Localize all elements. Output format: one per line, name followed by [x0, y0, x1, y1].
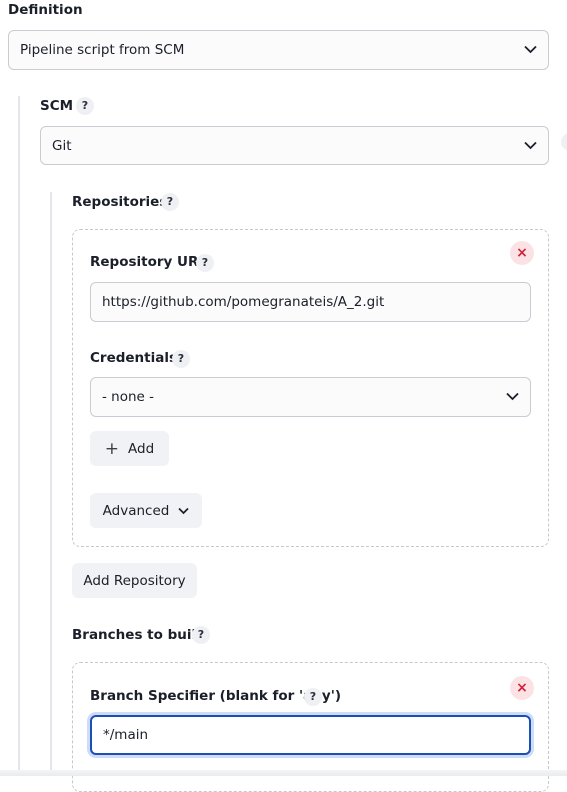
- branch-specifier-input[interactable]: */main: [90, 715, 531, 755]
- bottom-bar: [0, 770, 567, 776]
- add-repository-button[interactable]: Add Repository: [72, 563, 197, 598]
- add-repository-label: Add Repository: [83, 572, 186, 589]
- definition-select[interactable]: Pipeline script from SCM: [8, 30, 549, 70]
- repositories-label: Repositories: [72, 194, 168, 210]
- scm-side-help-icon[interactable]: [561, 133, 567, 151]
- scm-label: SCM: [40, 98, 74, 114]
- credentials-selected-value: - none -: [102, 389, 155, 405]
- scm-select[interactable]: Git: [40, 126, 549, 165]
- definition-label: Definition: [8, 2, 83, 18]
- add-credentials-button[interactable]: + Add: [90, 431, 169, 466]
- repository-url-help-icon[interactable]: ?: [196, 254, 214, 272]
- scm-help-icon[interactable]: ?: [76, 97, 94, 115]
- branch-specifier-help-icon[interactable]: ?: [304, 688, 322, 706]
- chevron-down-icon: [524, 141, 537, 149]
- plus-icon: +: [104, 438, 120, 459]
- repositories-help-icon[interactable]: ?: [161, 193, 179, 211]
- add-credentials-label: Add: [128, 440, 155, 457]
- credentials-label: Credentials: [90, 350, 178, 366]
- advanced-label: Advanced: [102, 502, 170, 519]
- branches-label: Branches to build: [72, 627, 206, 643]
- credentials-select[interactable]: - none -: [90, 377, 531, 417]
- branches-help-icon[interactable]: ?: [192, 626, 210, 644]
- remove-repository-icon[interactable]: ×: [510, 241, 534, 265]
- chevron-down-icon: [178, 507, 189, 514]
- credentials-help-icon[interactable]: ?: [172, 350, 190, 368]
- chevron-down-icon: [524, 45, 537, 54]
- repository-url-value: https://github.com/pomegranateis/A_2.git: [102, 294, 385, 310]
- scm-selected-value: Git: [52, 137, 72, 154]
- advanced-button[interactable]: Advanced: [90, 493, 202, 528]
- definition-selected-value: Pipeline script from SCM: [20, 42, 185, 58]
- branch-specifier-value: */main: [103, 727, 149, 743]
- git-nesting-line: [50, 192, 52, 776]
- remove-branch-icon[interactable]: ×: [510, 676, 534, 700]
- repository-url-input[interactable]: https://github.com/pomegranateis/A_2.git: [90, 282, 531, 322]
- scm-nesting-line: [18, 96, 20, 776]
- repository-url-label: Repository URL: [90, 254, 207, 270]
- chevron-down-icon: [506, 392, 519, 401]
